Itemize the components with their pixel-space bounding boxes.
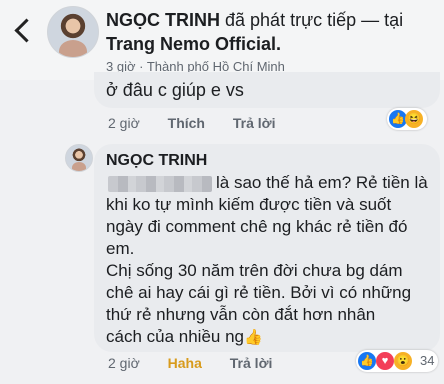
reply-button[interactable]: Trả lời <box>230 355 273 371</box>
thumbs-up-emoji: 👍 <box>244 329 263 346</box>
previous-comment-reactions[interactable]: 👍 😆 <box>387 108 427 130</box>
reply-comment-time: 2 giờ <box>108 355 140 371</box>
wow-icon: 😮 <box>394 352 412 370</box>
reply-comment-reactions[interactable]: 👍 ♥ 😮 34 <box>356 350 438 372</box>
reply-line: Chị sống 30 năm trên đời chưa bg dám <box>106 261 403 280</box>
like-button[interactable]: Thích <box>168 115 205 131</box>
reply-text: là sao thế hả em? Rẻ tiền là khi ko tự m… <box>106 172 436 349</box>
love-icon: ♥ <box>376 352 394 370</box>
reply-avatar[interactable] <box>65 144 93 172</box>
haha-reaction-button[interactable]: Haha <box>168 355 202 371</box>
page-avatar[interactable] <box>47 6 99 58</box>
previous-comment-text: ở đâu c giúp e vs <box>106 80 244 100</box>
reply-comment-actions: 2 giờ Haha Trả lời <box>108 355 296 371</box>
reply-author[interactable]: NGỌC TRINH <box>106 152 207 170</box>
reply-line: là sao thế hả em? Rẻ tiền là <box>216 173 428 192</box>
haha-icon: 😆 <box>405 110 423 128</box>
back-arrow-icon[interactable] <box>14 18 39 43</box>
reply-line: khi ko tự mình kiếm được tiền và suốt <box>106 195 392 214</box>
previous-comment-time: 2 giờ <box>108 115 140 131</box>
reply-button[interactable]: Trả lời <box>233 115 276 131</box>
reaction-count: 34 <box>420 353 435 368</box>
reply-line: em. <box>106 239 135 258</box>
reply-line: ngày đi comment chê ng khác rẻ tiền đó <box>106 217 408 236</box>
reply-line: thứ rẻ nhưng vẫn còn đắt hơn nhân <box>106 305 376 324</box>
reply-line: cách của nhiều ng <box>106 327 244 346</box>
action-text: đã phát trực tiếp — tại <box>225 10 404 30</box>
like-icon: 👍 <box>358 352 376 370</box>
reply-line: chê ai hay cái gì rẻ tiền. Bởi vì có nhữ… <box>106 283 412 302</box>
location-link[interactable]: Trang Nemo Official. <box>106 34 281 54</box>
page-name[interactable]: NGỌC TRINH <box>106 10 220 30</box>
post-header: NGỌC TRINH đã phát trực tiếp — tại Trang… <box>0 0 444 80</box>
post-title: NGỌC TRINH đã phát trực tiếp — tại Trang… <box>106 8 436 56</box>
previous-comment-actions: 2 giờ Thích Trả lời <box>108 115 300 131</box>
